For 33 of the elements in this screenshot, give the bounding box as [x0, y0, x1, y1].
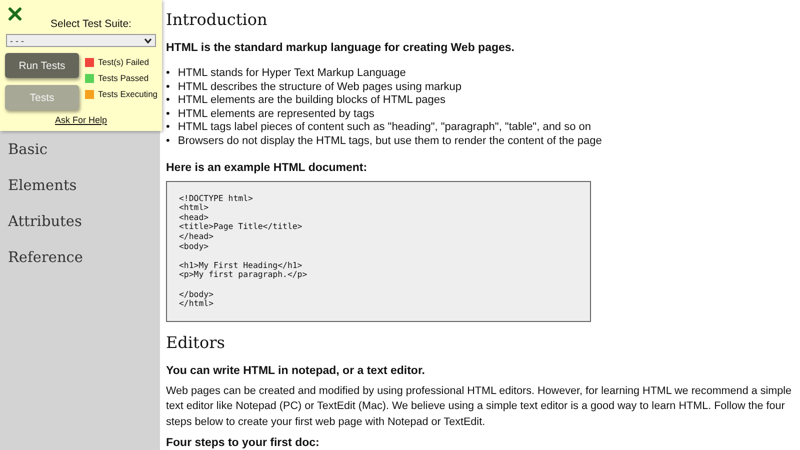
sidebar-item[interactable]: Elements [8, 176, 77, 196]
close-icon[interactable] [8, 7, 22, 21]
test-suite-select[interactable]: - - - [6, 34, 156, 47]
bullet-marker: • [166, 121, 170, 135]
bullet-marker: • [166, 80, 170, 94]
bold-paragraph: Here is an example HTML document: [166, 160, 368, 176]
bullet-marker: • [166, 108, 170, 122]
bullet-marker: • [166, 67, 170, 81]
list-item: HTML describes the structure of Web pages using markup [178, 80, 462, 94]
bullet-marker: • [166, 134, 170, 149]
sidebar-item[interactable]: Attributes [8, 212, 82, 232]
section-heading: Introduction [166, 9, 268, 31]
bold-paragraph: Four steps to your first doc: [166, 436, 320, 450]
code-block: <!DOCTYPE html> <html> <head> <title>Page Title</title> </head> <body> <h1>My First Heading</h1> <p>My first paragraph.</p> </body> </html> [166, 180, 591, 322]
bold-paragraph: You can write HTML in notepad, or a text editor. [166, 364, 425, 379]
list-item: HTML elements are represented by tags [178, 108, 374, 122]
chevron-down-icon [144, 38, 152, 44]
select-label: Select Test Suite: [50, 18, 132, 30]
legend-label: Tests Passed [98, 73, 149, 83]
list-item: HTML tags label pieces of content such as "heading", "paragraph", "table", and so on [178, 121, 592, 135]
paragraph: Web pages can be created and modified by using professional HTML editors. However, for learning HTML we recommend a simple text editor like Notepad (PC) or TextEdit (Mac). We believe using a simple text editor is a good way to learn HTML. Follow the four steps below to create your first web page with Notepad or TextEdit. [166, 384, 793, 430]
list-item: Browsers do not display the HTML tags, but use them to render the content of the page [178, 134, 602, 149]
legend-label: Test(s) Failed [98, 57, 150, 67]
list-item: HTML elements are the building blocks of HTML pages [178, 94, 446, 108]
bold-paragraph: HTML is the standard markup language for creating Web pages. [166, 41, 514, 56]
sidebar-item[interactable]: Reference [8, 248, 83, 268]
list-item: HTML stands for Hyper Text Markup Language [178, 67, 406, 81]
legend-label: Tests Executing [98, 89, 158, 99]
test-button[interactable]: Run Tests [5, 53, 79, 78]
help-link[interactable]: Ask For Help [54, 115, 107, 125]
sidebar-item[interactable]: Basic [8, 140, 48, 160]
section-heading: Editors [166, 332, 225, 354]
bullet-marker: • [166, 94, 170, 108]
